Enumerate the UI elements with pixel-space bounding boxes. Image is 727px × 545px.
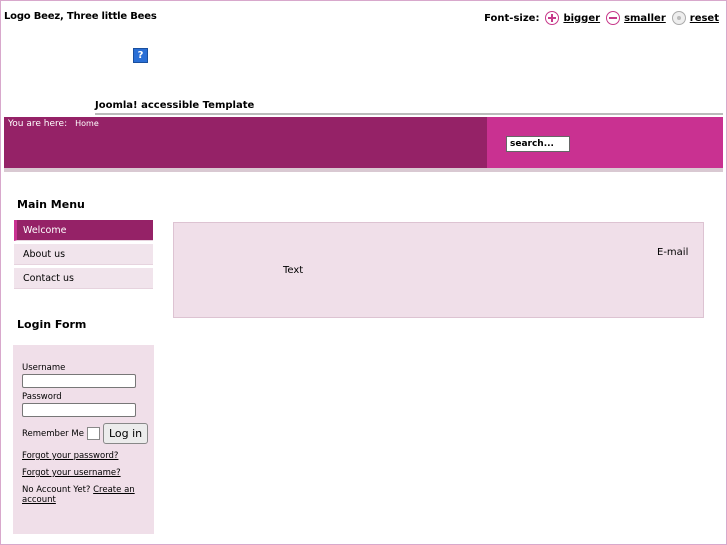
font-size-label: Font-size: bbox=[484, 12, 540, 24]
content-panel bbox=[173, 222, 704, 318]
menu-item-about-us[interactable]: About us bbox=[14, 244, 153, 265]
breadcrumb-home[interactable]: Home bbox=[75, 119, 99, 128]
forgot-password-link[interactable]: Forgot your password? bbox=[22, 451, 118, 461]
breadcrumb: You are here: Home bbox=[8, 119, 99, 129]
remember-me-label: Remember Me bbox=[22, 428, 84, 439]
minus-circle-icon bbox=[606, 11, 621, 25]
font-bigger-label: bigger bbox=[563, 12, 601, 24]
username-label: Username bbox=[22, 363, 66, 373]
help-icon[interactable]: ? bbox=[133, 48, 148, 63]
login-form: Username Password Remember Me Log in For… bbox=[13, 345, 154, 534]
header-divider bbox=[95, 113, 723, 115]
breadcrumb-prefix: You are here: bbox=[8, 119, 68, 129]
text-label: Text bbox=[283, 265, 304, 276]
main-menu-title: Main Menu bbox=[17, 198, 85, 211]
forgot-username-link[interactable]: Forgot your username? bbox=[22, 468, 121, 478]
bar-shadow bbox=[4, 168, 723, 172]
remember-me-checkbox[interactable] bbox=[86, 427, 100, 440]
search-input[interactable] bbox=[506, 136, 570, 152]
site-tagline: Joomla! accessible Template bbox=[95, 100, 255, 111]
main-menu: Welcome About us Contact us bbox=[14, 220, 153, 292]
font-reset-label: reset bbox=[689, 12, 719, 24]
password-label: Password bbox=[22, 392, 62, 402]
font-bigger-link[interactable]: bigger bbox=[545, 11, 600, 25]
font-reset-link[interactable]: reset bbox=[671, 11, 719, 25]
reset-circle-icon bbox=[671, 11, 686, 25]
email-label: E-mail bbox=[657, 247, 689, 258]
username-input[interactable] bbox=[22, 374, 136, 388]
login-button[interactable]: Log in bbox=[102, 423, 149, 444]
menu-item-welcome[interactable]: Welcome bbox=[14, 220, 153, 241]
remember-row: Remember Me Log in bbox=[22, 423, 154, 444]
font-smaller-label: smaller bbox=[624, 12, 666, 24]
password-input[interactable] bbox=[22, 403, 136, 417]
font-smaller-link[interactable]: smaller bbox=[606, 11, 666, 25]
no-account-text: No Account Yet? bbox=[22, 485, 91, 495]
login-links: Forgot your password? Forgot your userna… bbox=[22, 451, 154, 505]
menu-item-contact-us[interactable]: Contact us bbox=[14, 268, 153, 289]
plus-circle-icon bbox=[545, 11, 560, 25]
login-form-title: Login Form bbox=[17, 318, 87, 331]
font-size-controls: Font-size: bigger smaller reset bbox=[484, 11, 719, 25]
site-logo: Logo Beez, Three little Bees bbox=[4, 11, 157, 22]
